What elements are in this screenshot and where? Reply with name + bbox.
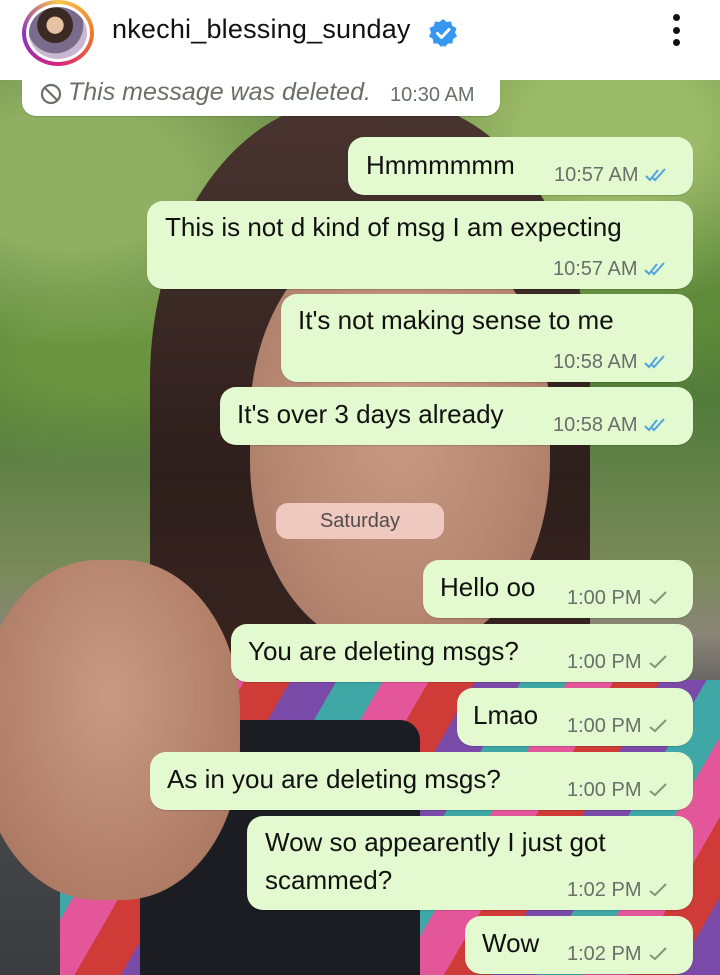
more-vertical-icon [672, 14, 680, 21]
message-bubble[interactable]: Lmao 1:00 PM [457, 688, 693, 746]
message-text: It's not making sense to me [298, 305, 614, 335]
message-text-line-1: Wow so appearently I just got [265, 827, 606, 857]
message-time: 1:02 PM [567, 879, 642, 901]
message-text: This is not d kind of msg I am expecting [165, 212, 622, 242]
check-icon [649, 591, 668, 605]
message-text: Lmao [473, 700, 539, 730]
more-options-button[interactable] [664, 10, 688, 50]
check-icon [649, 883, 668, 897]
message-time: 1:02 PM [567, 943, 642, 965]
message-time: 10:57 AM [553, 258, 638, 280]
message-time: 10:58 AM [553, 414, 638, 436]
username[interactable]: nkechi_blessing_sunday [112, 14, 411, 45]
message-bubble[interactable]: Hmmmmmm 10:57 AM [348, 137, 693, 195]
deleted-message-bubble[interactable]: This message was deleted. 10:30 AM [22, 76, 500, 116]
check-icon [649, 655, 668, 669]
message-time: 10:57 AM [554, 164, 639, 186]
message-text: Hello oo [440, 572, 536, 602]
message-bubble[interactable]: Hello oo 1:00 PM [423, 560, 693, 618]
message-text: It's over 3 days already [237, 399, 504, 429]
check-icon [649, 719, 668, 733]
message-time: 10:58 AM [553, 351, 638, 373]
message-text: You are deleting msgs? [248, 636, 519, 666]
profile-header: nkechi_blessing_sunday [0, 0, 720, 80]
double-check-icon [643, 418, 665, 432]
verified-badge-icon [429, 19, 457, 47]
date-divider: Saturday [276, 503, 444, 539]
message-time: 1:00 PM [567, 651, 642, 673]
double-check-icon [644, 168, 666, 182]
deleted-message-text: This message was deleted. [68, 78, 371, 106]
message-text: Wow [482, 928, 540, 958]
message-bubble[interactable]: As in you are deleting msgs? 1:00 PM [150, 752, 693, 810]
message-time: 1:00 PM [567, 779, 642, 801]
double-check-icon [643, 355, 665, 369]
message-text: As in you are deleting msgs? [167, 764, 501, 794]
avatar[interactable] [22, 0, 94, 66]
message-bubble[interactable]: This is not d kind of msg I am expecting… [147, 201, 693, 289]
message-bubble[interactable]: You are deleting msgs? 1:00 PM [231, 624, 693, 682]
message-text: Hmmmmmm [366, 150, 515, 180]
ban-icon [40, 83, 62, 105]
message-time: 10:30 AM [390, 84, 475, 106]
message-time: 1:00 PM [567, 587, 642, 609]
message-bubble[interactable]: It's over 3 days already 10:58 AM [220, 387, 693, 445]
message-bubble[interactable]: Wow so appearently I just got scammed? 1… [247, 816, 693, 910]
check-icon [649, 783, 668, 797]
message-bubble[interactable]: Wow 1:02 PM [465, 916, 693, 974]
message-bubble[interactable]: It's not making sense to me 10:58 AM [281, 294, 693, 382]
message-text-line-2: scammed? [265, 865, 393, 895]
double-check-icon [643, 262, 665, 276]
message-time: 1:00 PM [567, 715, 642, 737]
check-icon [649, 947, 668, 961]
